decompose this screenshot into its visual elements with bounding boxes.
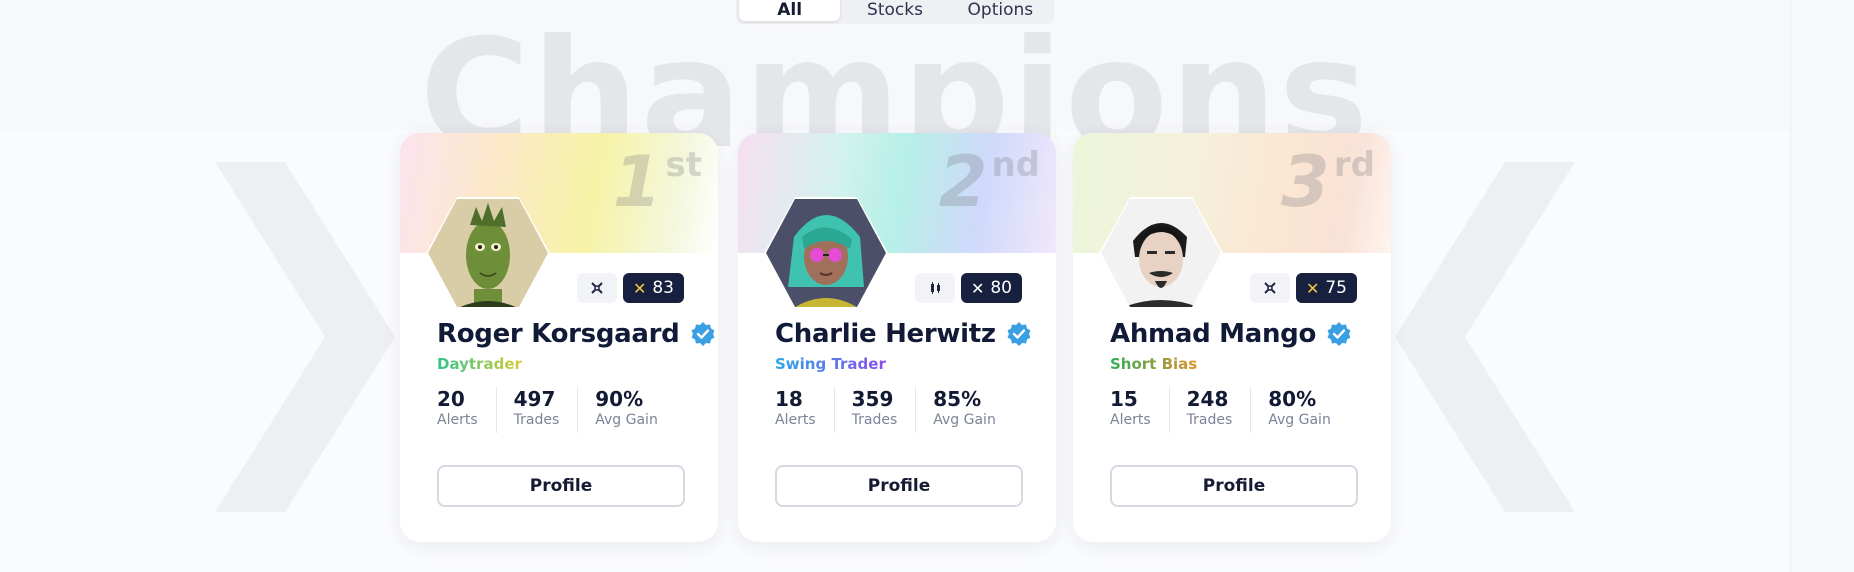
stat-alerts: 18 Alerts <box>775 387 835 433</box>
stats-row: 18 Alerts 359 Trades 85% Avg Gain <box>775 387 996 433</box>
crossed-tools-icon[interactable] <box>576 273 617 303</box>
stat-value: 18 <box>775 387 803 411</box>
stat-label: Trades <box>513 412 560 428</box>
profile-button[interactable]: Profile <box>437 465 685 507</box>
stat-value: 248 <box>1186 387 1229 411</box>
stat-trades: 359 Trades <box>852 387 917 433</box>
x-score-icon: ✕ <box>970 278 985 298</box>
trader-role: Short Bias <box>1110 355 1198 373</box>
stat-label: Avg Gain <box>933 412 996 428</box>
profile-button[interactable]: Profile <box>1110 465 1358 507</box>
candlestick-icon[interactable] <box>914 273 955 303</box>
verified-badge-icon <box>1327 322 1351 346</box>
stat-label: Avg Gain <box>595 412 658 428</box>
stat-avg-gain: 85% Avg Gain <box>933 387 996 433</box>
score-value: 83 <box>652 278 674 298</box>
profile-button[interactable]: Profile <box>775 465 1023 507</box>
rank-label: 2nd <box>939 145 1040 217</box>
verified-badge-icon <box>691 322 714 346</box>
stat-value: 90% <box>595 387 644 411</box>
avatar[interactable] <box>426 197 550 309</box>
right-gutter <box>1791 0 1854 572</box>
champion-card-3: 3rd ✕ 75 Ahmad Mango Short Bias 15 Alert… <box>1073 133 1391 542</box>
name-row: Ahmad Mango <box>1110 319 1352 349</box>
stat-value: 20 <box>437 387 465 411</box>
avatar[interactable] <box>1099 197 1223 309</box>
score-value: 75 <box>1325 278 1347 298</box>
stat-label: Alerts <box>437 412 478 428</box>
tab-stocks[interactable]: Stocks <box>844 0 945 21</box>
stat-value: 359 <box>851 387 894 411</box>
tab-options[interactable]: Options <box>950 0 1051 21</box>
badges: ✕ 83 <box>576 273 684 303</box>
stat-alerts: 20 Alerts <box>437 387 497 433</box>
stat-trades: 248 Trades <box>1187 387 1252 433</box>
champion-name: Roger Korsgaard <box>437 319 680 349</box>
score-badge: ✕ 83 <box>622 273 684 303</box>
x-score-icon: ✕ <box>1305 278 1320 298</box>
score-badge: ✕ 80 <box>960 273 1022 303</box>
stat-label: Trades <box>1186 412 1233 428</box>
rank-number: 2 <box>938 141 988 223</box>
stats-row: 15 Alerts 248 Trades 80% Avg Gain <box>1110 387 1331 433</box>
stat-label: Avg Gain <box>1268 412 1331 428</box>
rank-suffix: rd <box>1333 145 1375 185</box>
rank-number: 3 <box>1281 141 1330 223</box>
rank-label: 3rd <box>1281 145 1375 217</box>
background-x-logo-left-icon <box>215 162 395 512</box>
market-filter-tabs: All Stocks Options <box>736 0 1054 24</box>
verified-badge-icon <box>1007 322 1031 346</box>
stat-value: 497 <box>513 387 556 411</box>
stat-label: Trades <box>851 412 898 428</box>
champion-card-1: 1st ✕ 83 Roger Korsgaard Daytrader 20 Al… <box>400 133 718 542</box>
stat-value: 85% <box>933 387 982 411</box>
x-score-icon: ✕ <box>632 278 647 298</box>
trader-role: Daytrader <box>437 355 522 373</box>
name-row: Charlie Herwitz <box>775 319 1032 349</box>
badges: ✕ 80 <box>914 273 1022 303</box>
stats-row: 20 Alerts 497 Trades 90% Avg Gain <box>437 387 658 433</box>
avatar[interactable] <box>764 197 888 309</box>
stat-label: Alerts <box>775 412 816 428</box>
champion-card-2: 2nd ✕ 80 Charlie Herwitz Swing Trader 18… <box>738 133 1056 542</box>
tab-all[interactable]: All <box>739 0 841 21</box>
champion-name: Ahmad Mango <box>1110 319 1317 349</box>
stat-avg-gain: 90% Avg Gain <box>595 387 658 433</box>
rank-suffix: st <box>665 145 703 185</box>
stat-alerts: 15 Alerts <box>1110 387 1170 433</box>
score-value: 80 <box>990 278 1012 298</box>
page: Champions All Stocks Options 1st ✕ 83 Ro… <box>0 0 1854 572</box>
stat-avg-gain: 80% Avg Gain <box>1268 387 1331 433</box>
stat-label: Alerts <box>1110 412 1151 428</box>
rank-label: 1st <box>613 145 703 217</box>
score-badge: ✕ 75 <box>1295 273 1357 303</box>
stat-value: 15 <box>1110 387 1138 411</box>
rank-suffix: nd <box>991 145 1040 185</box>
badges: ✕ 75 <box>1249 273 1357 303</box>
trader-role: Swing Trader <box>775 355 886 373</box>
name-row: Roger Korsgaard <box>437 319 716 349</box>
stat-value: 80% <box>1268 387 1317 411</box>
stat-trades: 497 Trades <box>514 387 579 433</box>
rank-number: 1 <box>612 141 662 223</box>
crossed-tools-icon[interactable] <box>1249 273 1290 303</box>
background-x-logo-right-icon <box>1395 162 1575 512</box>
champion-name: Charlie Herwitz <box>775 319 996 349</box>
